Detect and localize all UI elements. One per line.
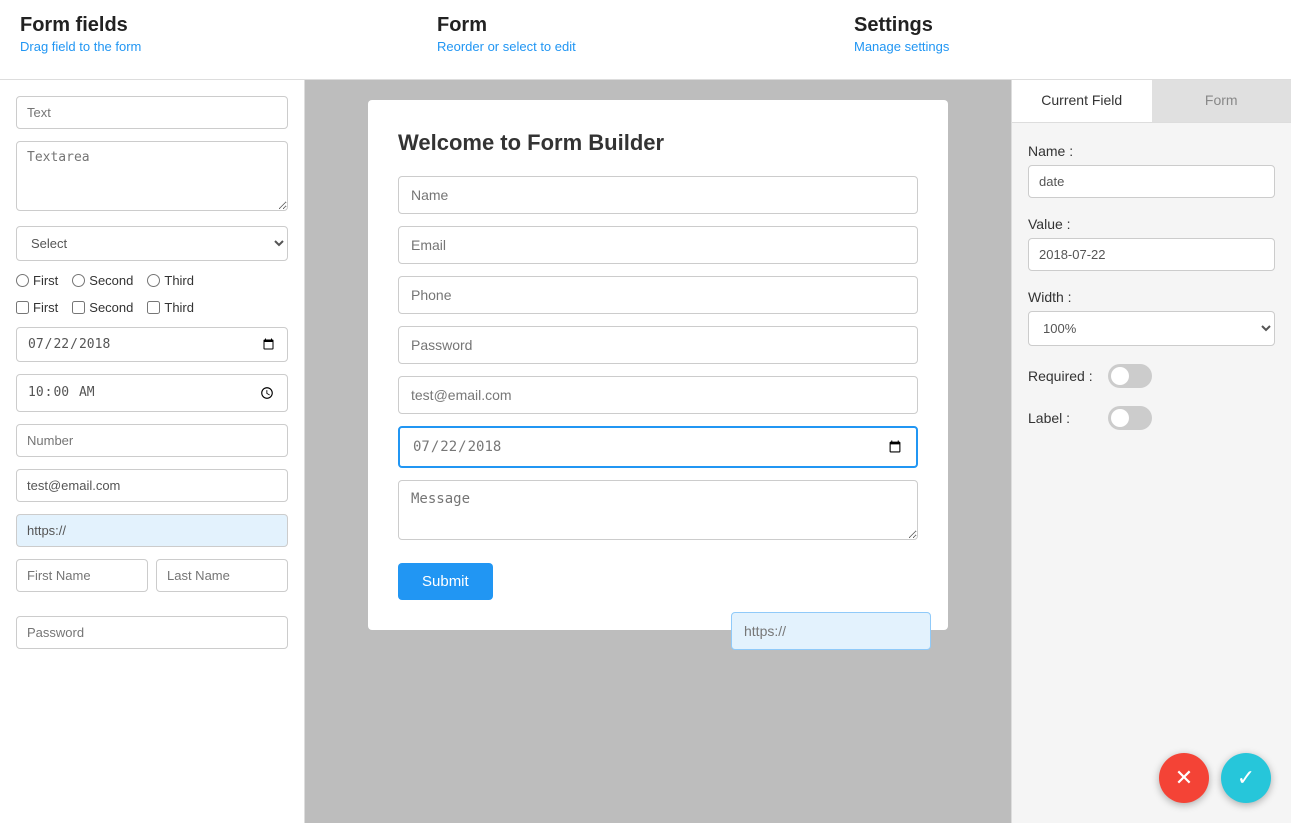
number-field[interactable] bbox=[16, 424, 288, 457]
select-field[interactable]: Select bbox=[16, 226, 288, 261]
main-layout: Select First Second Third First Second T… bbox=[0, 80, 1291, 823]
settings-subtitle: Manage settings bbox=[854, 39, 1271, 54]
form-name-input[interactable] bbox=[398, 176, 918, 214]
settings-label-label: Label : bbox=[1028, 410, 1098, 426]
form-email2-field bbox=[398, 376, 918, 414]
textarea-field[interactable] bbox=[16, 141, 288, 211]
form-phone-input[interactable] bbox=[398, 276, 918, 314]
radio-second[interactable]: Second bbox=[72, 273, 133, 288]
settings-value-input[interactable] bbox=[1028, 238, 1275, 271]
form-card-title: Welcome to Form Builder bbox=[398, 130, 918, 156]
url-dropdown: https:// bbox=[731, 612, 931, 650]
form-subtitle: Reorder or select to edit bbox=[437, 39, 854, 54]
settings-required-row: Required : bbox=[1028, 364, 1275, 388]
label-slider bbox=[1108, 406, 1152, 430]
form-date-field bbox=[398, 426, 918, 468]
email-field-left[interactable] bbox=[16, 469, 288, 502]
settings-width-label: Width : bbox=[1028, 289, 1275, 305]
last-name-field[interactable] bbox=[156, 559, 288, 592]
tab-form[interactable]: Form bbox=[1152, 80, 1291, 122]
settings-title: Settings bbox=[854, 14, 1271, 37]
form-fields-title: Form fields bbox=[20, 14, 437, 37]
settings-label-toggle[interactable] bbox=[1108, 406, 1152, 430]
form-email-field bbox=[398, 226, 918, 264]
checkbox-second[interactable]: Second bbox=[72, 300, 133, 315]
url-dropdown-text: https:// bbox=[744, 623, 786, 639]
required-slider bbox=[1108, 364, 1152, 388]
right-panel: Current Field Form Name : Value : Width … bbox=[1011, 80, 1291, 823]
checkbox-first[interactable]: First bbox=[16, 300, 58, 315]
radio-third[interactable]: Third bbox=[147, 273, 194, 288]
settings-name-row: Name : bbox=[1028, 143, 1275, 198]
settings-required-label: Required : bbox=[1028, 368, 1098, 384]
settings-name-input[interactable] bbox=[1028, 165, 1275, 198]
top-header: Form fields Drag field to the form Form … bbox=[0, 0, 1291, 80]
name-group bbox=[16, 559, 288, 604]
form-title: Form bbox=[437, 14, 854, 37]
form-fields-subtitle: Drag field to the form bbox=[20, 39, 437, 54]
form-date-input[interactable] bbox=[398, 426, 918, 468]
header-center: Form Reorder or select to edit bbox=[437, 14, 854, 54]
tab-current-field[interactable]: Current Field bbox=[1012, 80, 1152, 122]
confirm-button[interactable]: ✓ bbox=[1221, 753, 1271, 803]
header-right: Settings Manage settings bbox=[854, 14, 1271, 54]
left-panel: Select First Second Third First Second T… bbox=[0, 80, 305, 823]
time-field[interactable] bbox=[16, 374, 288, 412]
center-panel: Welcome to Form Builder https:// bbox=[305, 80, 1011, 823]
submit-button[interactable]: Submit bbox=[398, 563, 493, 600]
settings-label-row: Label : bbox=[1028, 406, 1275, 430]
settings-width-row: Width : 100% 75% 50% 25% bbox=[1028, 289, 1275, 346]
form-card: Welcome to Form Builder https:// bbox=[368, 100, 948, 630]
checkbox-group: First Second Third bbox=[16, 300, 288, 315]
date-field[interactable] bbox=[16, 327, 288, 362]
cancel-button[interactable]: ✕ bbox=[1159, 753, 1209, 803]
checkbox-third[interactable]: Third bbox=[147, 300, 194, 315]
bottom-actions: ✕ ✓ bbox=[1159, 753, 1271, 803]
radio-first[interactable]: First bbox=[16, 273, 58, 288]
settings-name-label: Name : bbox=[1028, 143, 1275, 159]
text-field[interactable] bbox=[16, 96, 288, 129]
form-phone-field bbox=[398, 276, 918, 314]
first-name-field[interactable] bbox=[16, 559, 148, 592]
url-field-left[interactable] bbox=[16, 514, 288, 547]
settings-value-row: Value : bbox=[1028, 216, 1275, 271]
settings-tabs: Current Field Form bbox=[1012, 80, 1291, 123]
password-field-left[interactable] bbox=[16, 616, 288, 649]
settings-required-toggle[interactable] bbox=[1108, 364, 1152, 388]
settings-content: Name : Value : Width : 100% 75% 50% 25% … bbox=[1012, 123, 1291, 468]
settings-value-label: Value : bbox=[1028, 216, 1275, 232]
form-name-field bbox=[398, 176, 918, 214]
header-left: Form fields Drag field to the form bbox=[20, 14, 437, 54]
form-message-field bbox=[398, 480, 918, 543]
form-password-input[interactable] bbox=[398, 326, 918, 364]
settings-width-select[interactable]: 100% 75% 50% 25% bbox=[1028, 311, 1275, 346]
radio-group: First Second Third bbox=[16, 273, 288, 288]
form-email-input[interactable] bbox=[398, 226, 918, 264]
form-message-input[interactable] bbox=[398, 480, 918, 540]
form-email2-input[interactable] bbox=[398, 376, 918, 414]
form-password-field bbox=[398, 326, 918, 364]
